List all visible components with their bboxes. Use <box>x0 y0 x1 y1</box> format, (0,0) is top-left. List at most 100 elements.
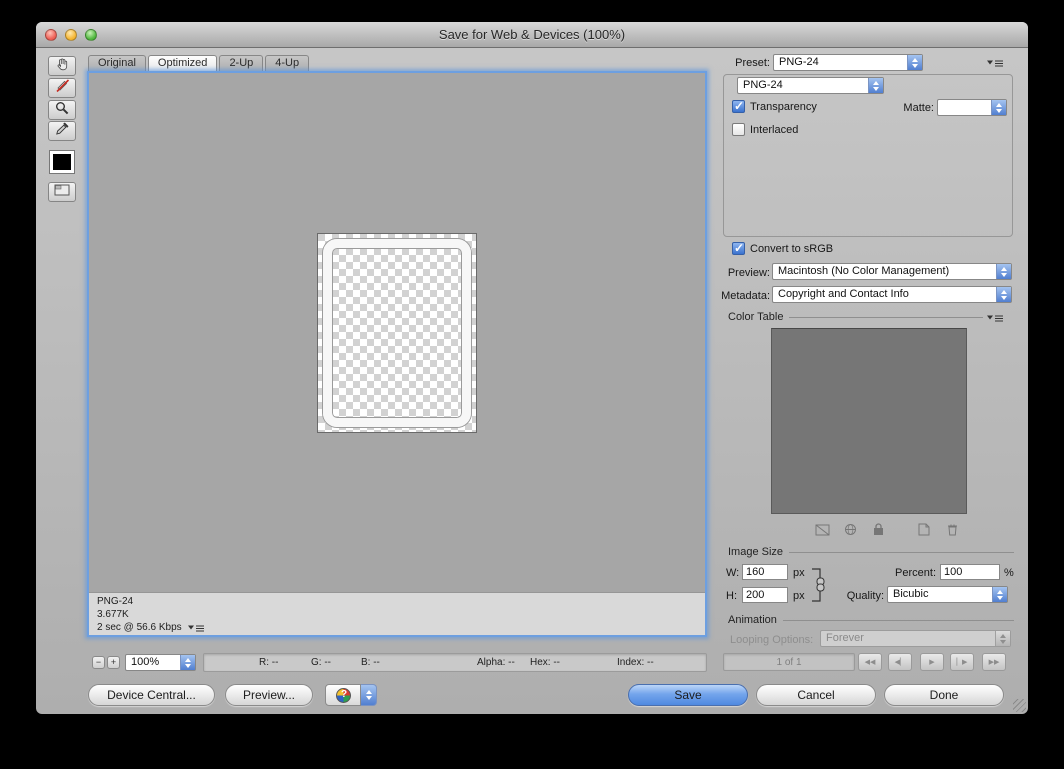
looping-options-label: Looping Options: <box>730 634 813 646</box>
color-table-section-header: Color Table <box>728 311 983 323</box>
preview-select[interactable]: Macintosh (No Color Management) <box>772 263 1012 280</box>
looping-stepper-icon <box>995 631 1010 646</box>
readout-hex: Hex: -- <box>530 657 560 668</box>
optimize-format-readout: PNG-24 <box>97 595 705 608</box>
convert-srgb-checkbox[interactable] <box>732 242 745 255</box>
lock-color-icon[interactable] <box>868 522 888 537</box>
color-readout-bar: R: -- G: -- B: -- Alpha: -- Hex: -- Inde… <box>203 653 707 672</box>
close-button[interactable] <box>45 29 57 41</box>
delete-color-icon[interactable] <box>942 522 962 537</box>
eyedropper-icon <box>55 122 69 141</box>
quality-label: Quality: <box>836 590 884 602</box>
format-select[interactable]: PNG-24 <box>737 77 884 94</box>
done-button[interactable]: Done <box>884 684 1004 706</box>
hand-tool[interactable] <box>48 56 76 76</box>
preview-in-browser-button[interactable]: Preview... <box>225 684 313 706</box>
preset-value: PNG-24 <box>774 55 907 70</box>
window-resize-grip[interactable] <box>1013 699 1026 712</box>
animation-title: Animation <box>728 614 777 626</box>
optimize-time-readout: 2 sec @ 56.6 Kbps <box>97 621 182 634</box>
next-frame-button[interactable]: ▏▶ <box>950 653 974 671</box>
metadata-label: Metadata: <box>708 290 770 302</box>
transparency-label: Transparency <box>750 101 817 113</box>
metadata-value: Copyright and Contact Info <box>773 287 996 302</box>
traffic-lights <box>45 29 97 41</box>
web-shift-icon[interactable] <box>840 522 860 537</box>
zoom-out-button[interactable]: − <box>92 656 105 669</box>
height-label: H: <box>726 590 737 602</box>
image-size-title: Image Size <box>728 546 783 558</box>
frame-counter: 1 of 1 <box>723 653 855 671</box>
color-table-title: Color Table <box>728 311 783 323</box>
zoom-window-button[interactable] <box>85 29 97 41</box>
slice-select-icon <box>55 79 70 98</box>
preset-select[interactable]: PNG-24 <box>773 54 923 71</box>
interlaced-checkbox[interactable] <box>732 123 745 136</box>
optimized-image[interactable] <box>317 233 477 433</box>
format-value: PNG-24 <box>738 78 868 93</box>
readout-b: B: -- <box>361 657 380 668</box>
zoom-level-value: 100% <box>126 655 180 670</box>
convert-srgb-label: Convert to sRGB <box>750 243 833 255</box>
previous-frame-button[interactable]: ◀▏ <box>888 653 912 671</box>
looping-options-select[interactable]: Forever <box>820 630 1011 647</box>
optimized-preview-pane[interactable]: PNG-24 3.677K 2 sec @ 56.6 Kbps <box>87 71 707 637</box>
window-title: Save for Web & Devices (100%) <box>36 22 1028 47</box>
preview-canvas[interactable] <box>89 73 705 592</box>
preview-stepper-icon <box>996 264 1011 279</box>
image-frame-artwork <box>323 239 471 427</box>
last-frame-button[interactable]: ▶▶ <box>982 653 1006 671</box>
zoom-in-button[interactable]: + <box>107 656 120 669</box>
color-table-menu-icon[interactable] <box>986 313 1004 323</box>
percent-unit: % <box>1004 567 1014 579</box>
tab-optimized[interactable]: Optimized <box>148 55 218 71</box>
color-table-swatch-area <box>771 328 967 514</box>
width-input[interactable] <box>742 564 788 580</box>
eyedropper-tool[interactable] <box>48 121 76 141</box>
new-color-icon[interactable] <box>914 522 934 537</box>
percent-label: Percent: <box>894 567 936 579</box>
quality-stepper-icon <box>992 587 1007 602</box>
map-transparency-icon[interactable] <box>812 522 832 537</box>
matte-label: Matte: <box>898 102 934 114</box>
titlebar[interactable]: Save for Web & Devices (100%) <box>36 22 1028 48</box>
transparency-checkbox[interactable] <box>732 100 745 113</box>
image-size-rule <box>789 552 1014 553</box>
tab-2up[interactable]: 2-Up <box>219 55 263 71</box>
metadata-select[interactable]: Copyright and Contact Info <box>772 286 1012 303</box>
minimize-button[interactable] <box>65 29 77 41</box>
quality-select[interactable]: Bicubic <box>887 586 1008 603</box>
first-frame-button[interactable]: ◀◀ <box>858 653 882 671</box>
toggle-slices-visibility[interactable] <box>48 182 76 202</box>
percent-input[interactable] <box>940 564 1000 580</box>
animation-rule <box>783 620 1014 621</box>
slices-visibility-icon <box>54 183 70 201</box>
matte-value <box>938 100 991 115</box>
matte-select[interactable] <box>937 99 1007 116</box>
eyedropper-color-swatch[interactable] <box>49 150 75 174</box>
constrain-proportions-chain-icon[interactable] <box>810 566 827 609</box>
quality-value: Bicubic <box>888 587 992 602</box>
matte-stepper-icon <box>991 100 1006 115</box>
width-unit: px <box>793 567 805 579</box>
browser-select-stepper-icon <box>361 684 377 706</box>
height-input[interactable] <box>742 587 788 603</box>
tab-4up[interactable]: 4-Up <box>265 55 309 71</box>
swatch-color-black <box>53 154 71 170</box>
play-button[interactable]: ▶ <box>920 653 944 671</box>
zoom-tool[interactable] <box>48 100 76 120</box>
slice-select-tool[interactable] <box>48 78 76 98</box>
readout-r: R: -- <box>259 657 278 668</box>
download-rate-menu-icon[interactable] <box>187 623 205 633</box>
device-central-button[interactable]: Device Central... <box>88 684 215 706</box>
save-button[interactable]: Save <box>628 684 748 706</box>
cancel-button[interactable]: Cancel <box>756 684 876 706</box>
preset-stepper-icon <box>907 55 922 70</box>
browser-select-widget[interactable] <box>325 684 377 706</box>
readout-alpha: Alpha: -- <box>477 657 515 668</box>
browser-face <box>325 684 361 706</box>
zoom-level-select[interactable]: 100% <box>125 654 196 671</box>
looping-options-value: Forever <box>821 631 995 646</box>
optimize-menu-icon[interactable] <box>986 58 1004 68</box>
tab-original[interactable]: Original <box>88 55 146 71</box>
